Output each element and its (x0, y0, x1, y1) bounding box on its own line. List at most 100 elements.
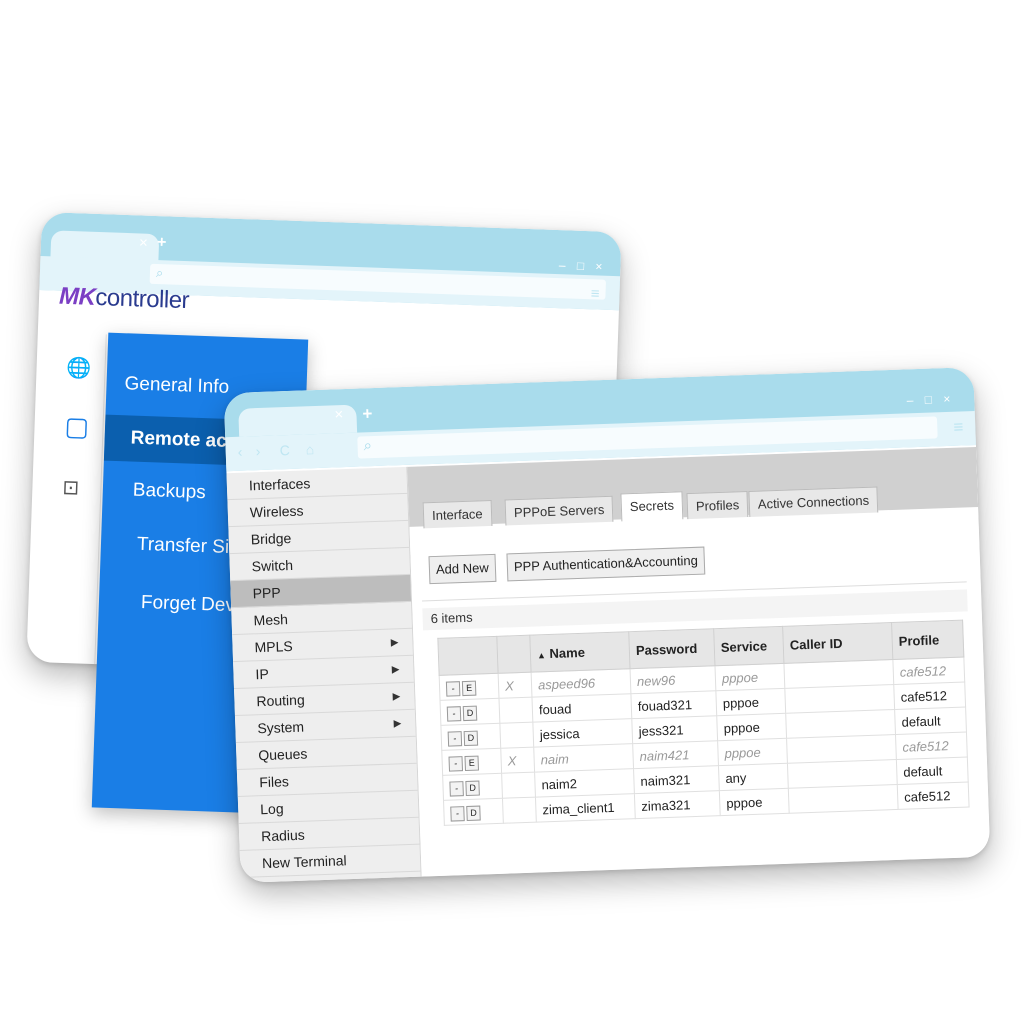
remove-button[interactable]: - (446, 705, 462, 722)
remove-button[interactable]: - (445, 680, 461, 697)
cell-caller-id (786, 734, 897, 764)
home-icon[interactable]: ⌂ (305, 441, 314, 457)
column-header-profile[interactable]: Profile (891, 620, 964, 660)
disabled-flag (502, 797, 537, 824)
cell-name: aspeed96 (531, 668, 631, 698)
ppp-auth-accounting-button[interactable]: PPP Authentication&Accounting (506, 546, 706, 582)
sidebar-item-label: MPLS (254, 637, 293, 656)
sidebar-item-label: Radius (260, 826, 306, 845)
disable-button[interactable]: D (462, 705, 478, 721)
user-card-icon[interactable]: ⊡ (62, 475, 80, 501)
sidebar-item-label: Bridge (250, 529, 292, 548)
disable-button[interactable]: D (465, 780, 480, 796)
cell-caller-id (784, 684, 895, 714)
remove-button[interactable]: - (448, 755, 463, 772)
menu-item-transfer-site[interactable]: Transfer Sit (137, 534, 235, 559)
sidebar-item-label: Switch (251, 556, 294, 575)
device-box-icon[interactable]: ▢ (64, 411, 90, 443)
sort-ascending-icon: ▲ (536, 649, 547, 660)
row-actions: -D (440, 723, 501, 751)
menu-item-forget-device[interactable]: Forget Devi (141, 592, 240, 617)
add-new-button[interactable]: Add New (428, 553, 497, 585)
sidebar-item-label: Routing (256, 691, 305, 710)
cell-service: pppoe (714, 663, 785, 691)
forward-icon[interactable]: › (255, 443, 260, 459)
column-header-password[interactable]: Password (628, 628, 715, 669)
new-tab-icon[interactable]: + (362, 404, 373, 424)
sidebar-item-label: Log (259, 800, 284, 818)
sidebar-item-label: Queues (258, 745, 308, 764)
cell-profile: cafe512 (892, 657, 965, 685)
cell-service: pppoe (716, 713, 787, 741)
router-sidebar: Interfaces Wireless Bridge Switch PPP Me… (226, 466, 423, 883)
cell-profile: default (896, 757, 969, 785)
tab-interface[interactable]: Interface (422, 499, 493, 529)
cell-password: new96 (630, 665, 716, 694)
enable-button[interactable]: E (464, 755, 479, 771)
secrets-table: ▲ Name Password Service Caller ID Profil… (437, 620, 970, 826)
tab-profiles[interactable]: Profiles (686, 491, 749, 520)
sidebar-item-label: IP (255, 665, 270, 683)
row-actions: -D (442, 773, 503, 801)
search-icon: ⌕ (363, 437, 373, 455)
browser-tab[interactable]: × (238, 404, 358, 437)
tab-pppoe-servers[interactable]: PPPoE Servers (504, 495, 614, 526)
search-icon: ⌕ (155, 265, 164, 281)
sidebar-item-label: Wireless (249, 502, 304, 521)
cell-name: jessica (532, 718, 633, 748)
row-actions: -E (439, 673, 499, 701)
disabled-flag (499, 722, 534, 749)
tab-active-connections[interactable]: Active Connections (748, 486, 879, 517)
cell-service: pppoe (715, 688, 786, 716)
disabled-flag (498, 697, 533, 724)
sidebar-item-new-terminal[interactable]: New Terminal (239, 844, 421, 878)
cell-password: fouad321 (630, 690, 717, 719)
new-tab-icon[interactable]: + (157, 234, 167, 252)
window-controls[interactable]: – □ × (906, 392, 954, 408)
cell-caller-id (785, 709, 896, 739)
cell-password: jess321 (631, 715, 718, 744)
window-controls[interactable]: – □ × (559, 258, 607, 274)
sidebar-item-label: Mesh (253, 611, 289, 629)
enable-button[interactable]: E (461, 680, 477, 696)
column-header-name[interactable]: ▲ Name (529, 631, 631, 673)
cell-name: zima_client1 (535, 793, 636, 823)
cell-profile: default (894, 707, 967, 735)
tab-close-icon[interactable]: × (139, 234, 148, 251)
hamburger-menu-icon[interactable]: ≡ (590, 285, 599, 302)
disabled-flag (501, 772, 536, 799)
sidebar-item-label: Files (258, 773, 290, 791)
cell-password: zima321 (634, 790, 721, 819)
cell-password: naim321 (633, 765, 720, 794)
globe-icon[interactable]: 🌐 (66, 355, 92, 381)
disable-button[interactable]: D (463, 730, 479, 746)
tab-secrets[interactable]: Secrets (620, 491, 684, 522)
ppp-content: Interface PPPoE Servers Secrets Profiles… (407, 447, 991, 877)
disable-button[interactable]: D (466, 805, 481, 821)
cell-profile: cafe512 (895, 732, 968, 760)
hamburger-menu-icon[interactable]: ≡ (953, 417, 964, 437)
cell-password: naim421 (632, 740, 719, 769)
sidebar-item-label: PPP (252, 584, 281, 602)
disabled-flag: X (498, 672, 532, 699)
cell-profile: cafe512 (893, 682, 966, 710)
reload-icon[interactable]: C (279, 442, 290, 458)
cell-name: fouad (531, 693, 632, 723)
row-actions: -D (440, 698, 500, 726)
menu-item-general-info[interactable]: General Info (124, 373, 229, 399)
remove-button[interactable]: - (450, 805, 465, 822)
menu-item-backups[interactable]: Backups (132, 480, 207, 505)
remove-button[interactable]: - (449, 780, 464, 797)
column-header-flag (496, 635, 532, 674)
column-header-caller-id[interactable]: Caller ID (782, 622, 893, 664)
cell-caller-id (783, 659, 894, 689)
cell-service: any (718, 763, 789, 791)
tab-close-icon[interactable]: × (334, 406, 343, 423)
back-icon[interactable]: ‹ (237, 444, 242, 460)
cell-name: naim2 (534, 768, 635, 798)
sidebar-item-label: Interfaces (248, 475, 311, 494)
disabled-flag: X (500, 747, 535, 774)
remove-button[interactable]: - (447, 730, 463, 747)
column-header-service[interactable]: Service (713, 626, 784, 666)
cell-service: pppoe (719, 788, 790, 816)
